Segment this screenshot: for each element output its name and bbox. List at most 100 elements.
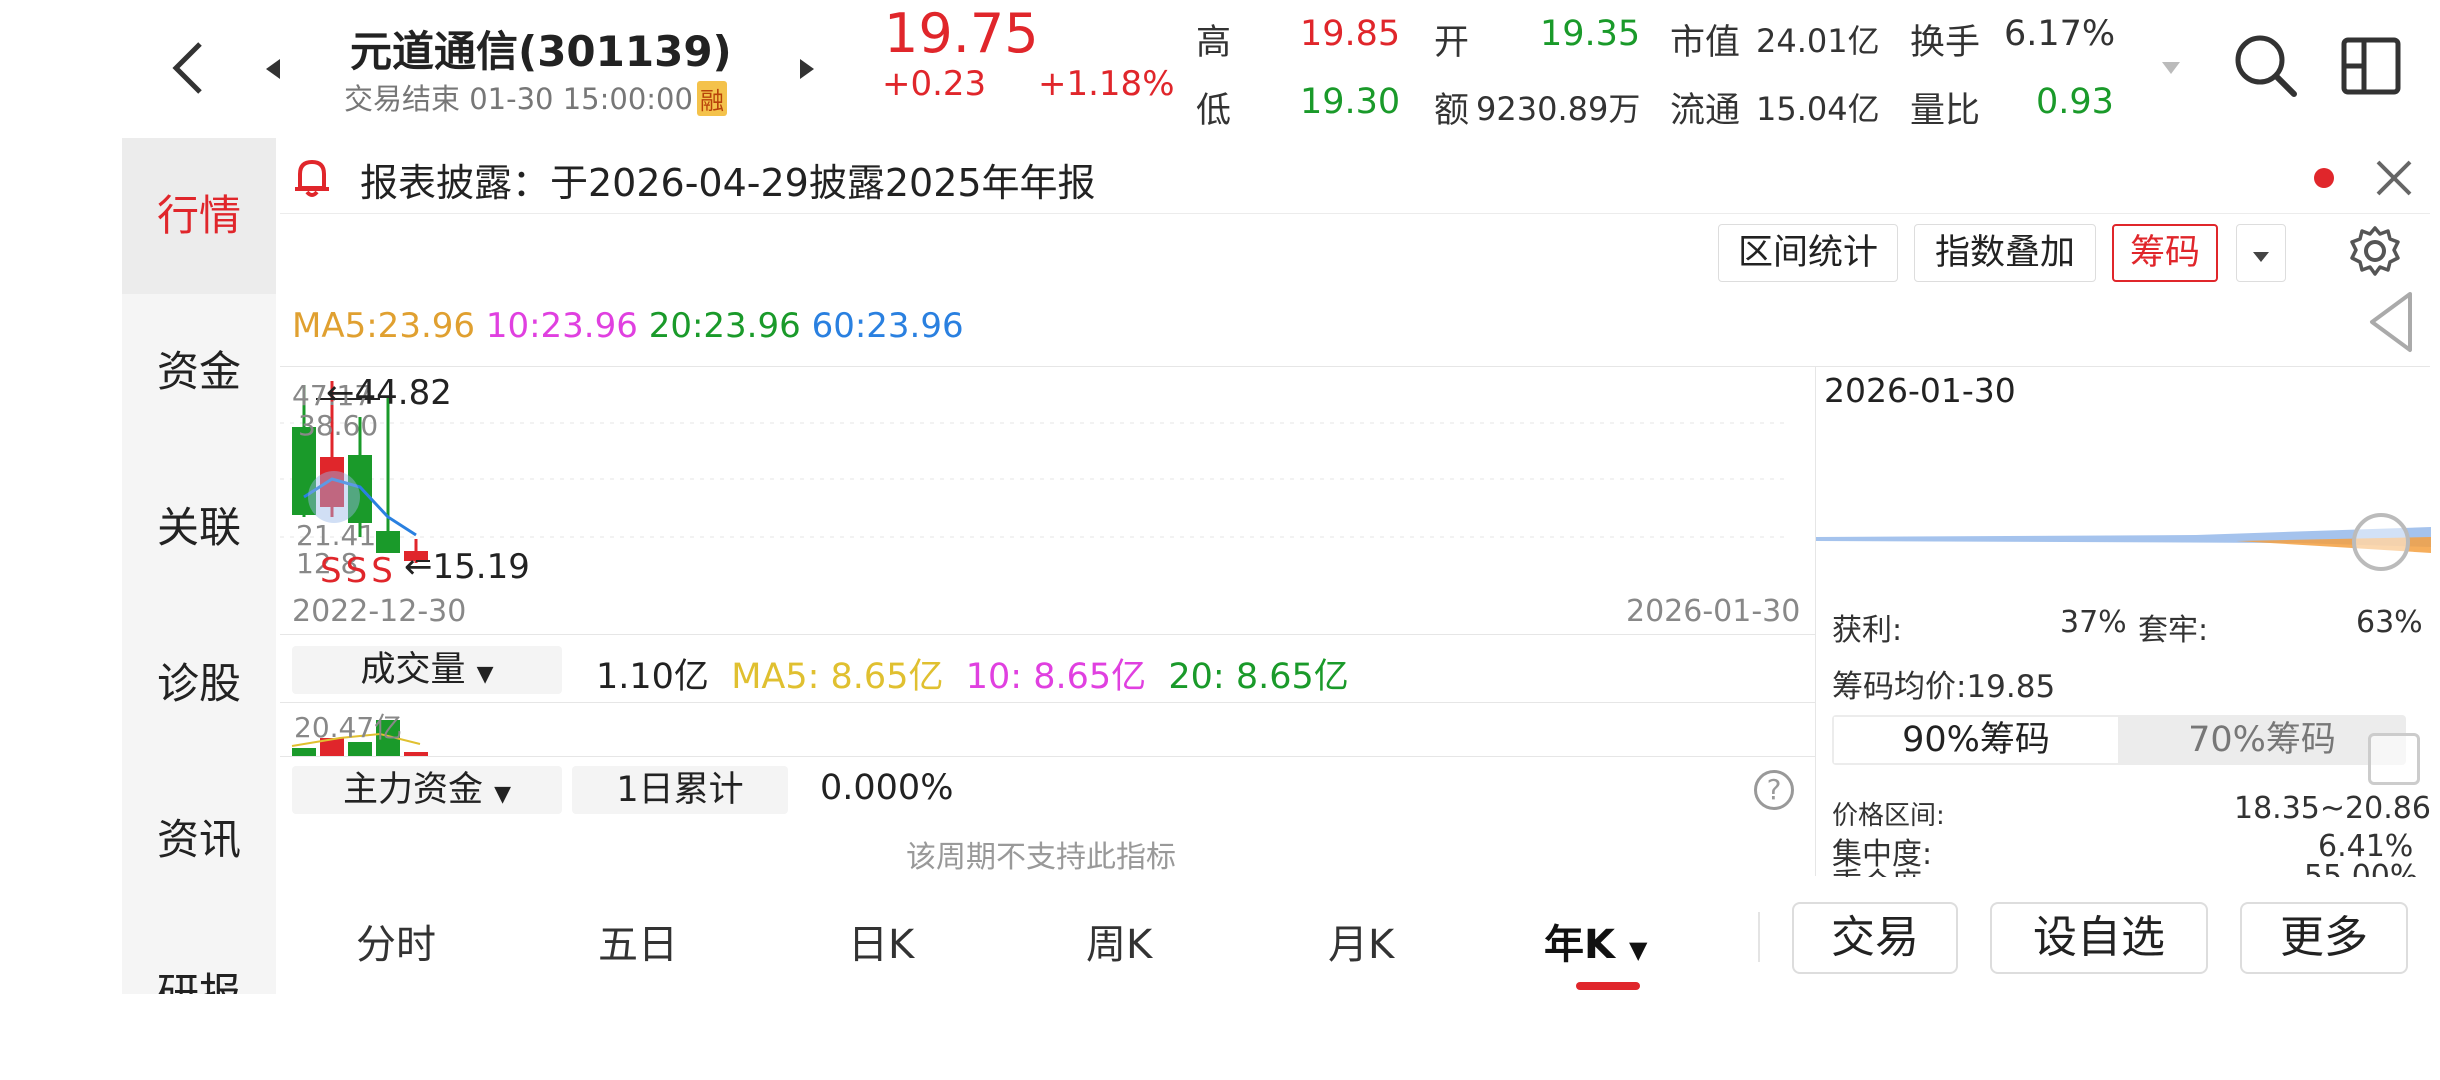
overlap-label: 重合度: — [1832, 863, 1932, 877]
index-overlay-button[interactable]: 指数叠加 — [1914, 224, 2096, 282]
volume-axis: 20.47亿 — [294, 711, 403, 744]
mktcap-value: 24.01亿 — [1756, 22, 1880, 60]
cursor-halo — [308, 471, 360, 523]
overlap-value: 55.00% — [2304, 863, 2418, 877]
chips-dropdown[interactable] — [2236, 224, 2286, 282]
active-tab-indicator — [1576, 982, 1640, 990]
search-icon[interactable] — [2232, 32, 2300, 100]
ma-legend: MA5:23.96 10:23.96 20:23.96 60:23.96 — [292, 306, 964, 346]
tab-yearly-k[interactable]: 年K ▼ — [1544, 912, 1647, 970]
volratio-value: 0.93 — [2036, 82, 2114, 122]
volume-ma5: MA5: 8.65亿 — [731, 657, 944, 697]
layout-icon[interactable] — [2340, 36, 2402, 96]
volume-value: 1.10亿 — [596, 657, 709, 697]
trade-status: 交易结束 01-30 15:00:00 融 — [344, 76, 727, 118]
chevron-down-icon — [2253, 252, 2269, 262]
high-label: 高 — [1196, 23, 1232, 63]
fund-period-button[interactable]: 1日累计 — [572, 766, 788, 814]
next-stock-icon[interactable] — [798, 58, 816, 80]
notice-text: 报表披露：于2026-04-29披露2025年年报 — [360, 161, 1096, 205]
concentration-value: 6.41% — [2318, 829, 2414, 864]
expand-quote-icon[interactable] — [2160, 60, 2182, 76]
tab-intraday[interactable]: 分时 — [356, 912, 436, 970]
axis-top-b: 38.60 — [298, 409, 379, 442]
help-icon[interactable]: ? — [1754, 770, 1794, 810]
tab-chips-90[interactable]: 90%筹码 — [1834, 717, 2118, 763]
high-value: 19.85 — [1300, 14, 1401, 54]
fund-unsupported-text: 该周期不支持此指标 — [906, 840, 1176, 875]
chip-distribution — [1816, 487, 2431, 553]
ma5-value: MA5:23.96 — [292, 306, 476, 346]
range-stats-button[interactable]: 区间统计 — [1718, 224, 1898, 282]
volume-info: 1.10亿 MA5: 8.65亿 10: 8.65亿 20: 8.65亿 — [596, 648, 1349, 699]
candle-2025 — [376, 531, 400, 553]
profit-value: 37% — [2060, 605, 2127, 640]
sidebar-item-funds[interactable]: 资金 — [122, 294, 276, 450]
sidebar-item-news[interactable]: 资讯 — [122, 762, 276, 918]
chip-checkbox[interactable] — [2368, 733, 2420, 785]
open-value: 19.35 — [1540, 14, 1641, 54]
volume-ma20: 20: 8.65亿 — [1168, 657, 1349, 697]
price-range-label: 价格区间: — [1832, 801, 1945, 831]
chart-end-date: 2026-01-30 — [1626, 594, 1801, 629]
trapped-value: 63% — [2356, 605, 2423, 640]
volratio-label: 量比 — [1910, 91, 1981, 131]
add-watchlist-button[interactable]: 设自选 — [1990, 902, 2208, 974]
float-value: 15.04亿 — [1756, 90, 1880, 128]
fund-value: 0.000% — [820, 768, 954, 808]
chip-avg-cost: 筹码均价:19.85 — [1832, 669, 2056, 705]
mktcap-label: 市值 — [1670, 23, 1741, 63]
trade-button[interactable]: 交易 — [1792, 902, 1958, 974]
fund-selector[interactable]: 主力资金 ▼ — [292, 766, 562, 814]
profit-label: 获利: — [1832, 613, 1903, 648]
tab-chips-70[interactable]: 70%筹码 — [2120, 717, 2404, 763]
gear-icon[interactable] — [2348, 224, 2402, 278]
ma20-value: 20:23.96 — [648, 306, 801, 346]
turnover-label: 换手 — [1910, 23, 1981, 63]
more-button[interactable]: 更多 — [2240, 902, 2408, 974]
stock-name: 元道通信(301139) — [350, 27, 732, 76]
low-label: 低 — [1196, 91, 1232, 131]
back-icon[interactable] — [168, 40, 208, 96]
sidebar-item-market[interactable]: 行情 — [122, 138, 276, 294]
tab-five-day[interactable]: 五日 — [598, 912, 678, 970]
tab-daily-k[interactable]: 日K — [848, 912, 914, 970]
unread-dot — [2314, 168, 2334, 188]
kline-chart[interactable]: 47.17 ←44.82 38.60 21.41 12.8 SSS ←15.19 — [280, 366, 1815, 592]
last-price: 19.75 — [884, 2, 1039, 65]
notice-bar[interactable]: 报表披露：于2026-04-29披露2025年年报 — [280, 140, 2430, 214]
prev-stock-icon[interactable] — [264, 58, 282, 80]
sell-signals: SSS — [320, 551, 397, 591]
bell-icon — [295, 159, 329, 197]
tab-weekly-k[interactable]: 周K — [1086, 912, 1152, 970]
ma60-value: 60:23.96 — [811, 306, 964, 346]
chip-date: 2026-01-30 — [1824, 371, 2016, 410]
sidebar-item-research[interactable]: 研报 — [122, 954, 276, 994]
float-label: 流通 — [1670, 91, 1741, 131]
turnover-value: 6.17% — [2004, 14, 2116, 54]
chips-button[interactable]: 筹码 — [2112, 224, 2218, 282]
volume-selector[interactable]: 成交量 ▼ — [292, 646, 562, 694]
chip-panel: 2026-01-30 获利: 37% 套牢: 63% 筹码均价:19.85 90… — [1815, 366, 2431, 877]
ma10-value: 10:23.96 — [485, 306, 638, 346]
trapped-label: 套牢: — [2138, 613, 2209, 648]
price-range-value: 18.35~20.86 — [2234, 791, 2431, 826]
chart-start-date: 2022-12-30 — [292, 594, 467, 629]
collapse-panel-icon[interactable] — [2366, 290, 2416, 354]
open-label: 开 — [1434, 23, 1470, 63]
low-mark: ←15.19 — [404, 547, 530, 587]
chip-tabs: 90%筹码 70%筹码 — [1832, 715, 2406, 765]
high-mark: ←44.82 — [326, 373, 452, 413]
margin-badge: 融 — [696, 81, 727, 116]
low-value: 19.30 — [1300, 82, 1401, 122]
price-change: +0.23 — [882, 64, 987, 104]
tab-monthly-k[interactable]: 月K — [1328, 912, 1394, 970]
sidebar-item-related[interactable]: 关联 — [122, 450, 276, 606]
amount-value: 9230.89万 — [1476, 90, 1641, 128]
chip-cursor-circle[interactable] — [2350, 511, 2412, 573]
sidebar-item-diagnosis[interactable]: 诊股 — [122, 606, 276, 762]
close-icon[interactable] — [2374, 158, 2414, 198]
price-change-pct: +1.18% — [1038, 64, 1175, 104]
amount-label: 额 — [1434, 91, 1470, 131]
volume-chart[interactable]: 20.47亿 — [280, 704, 1815, 756]
